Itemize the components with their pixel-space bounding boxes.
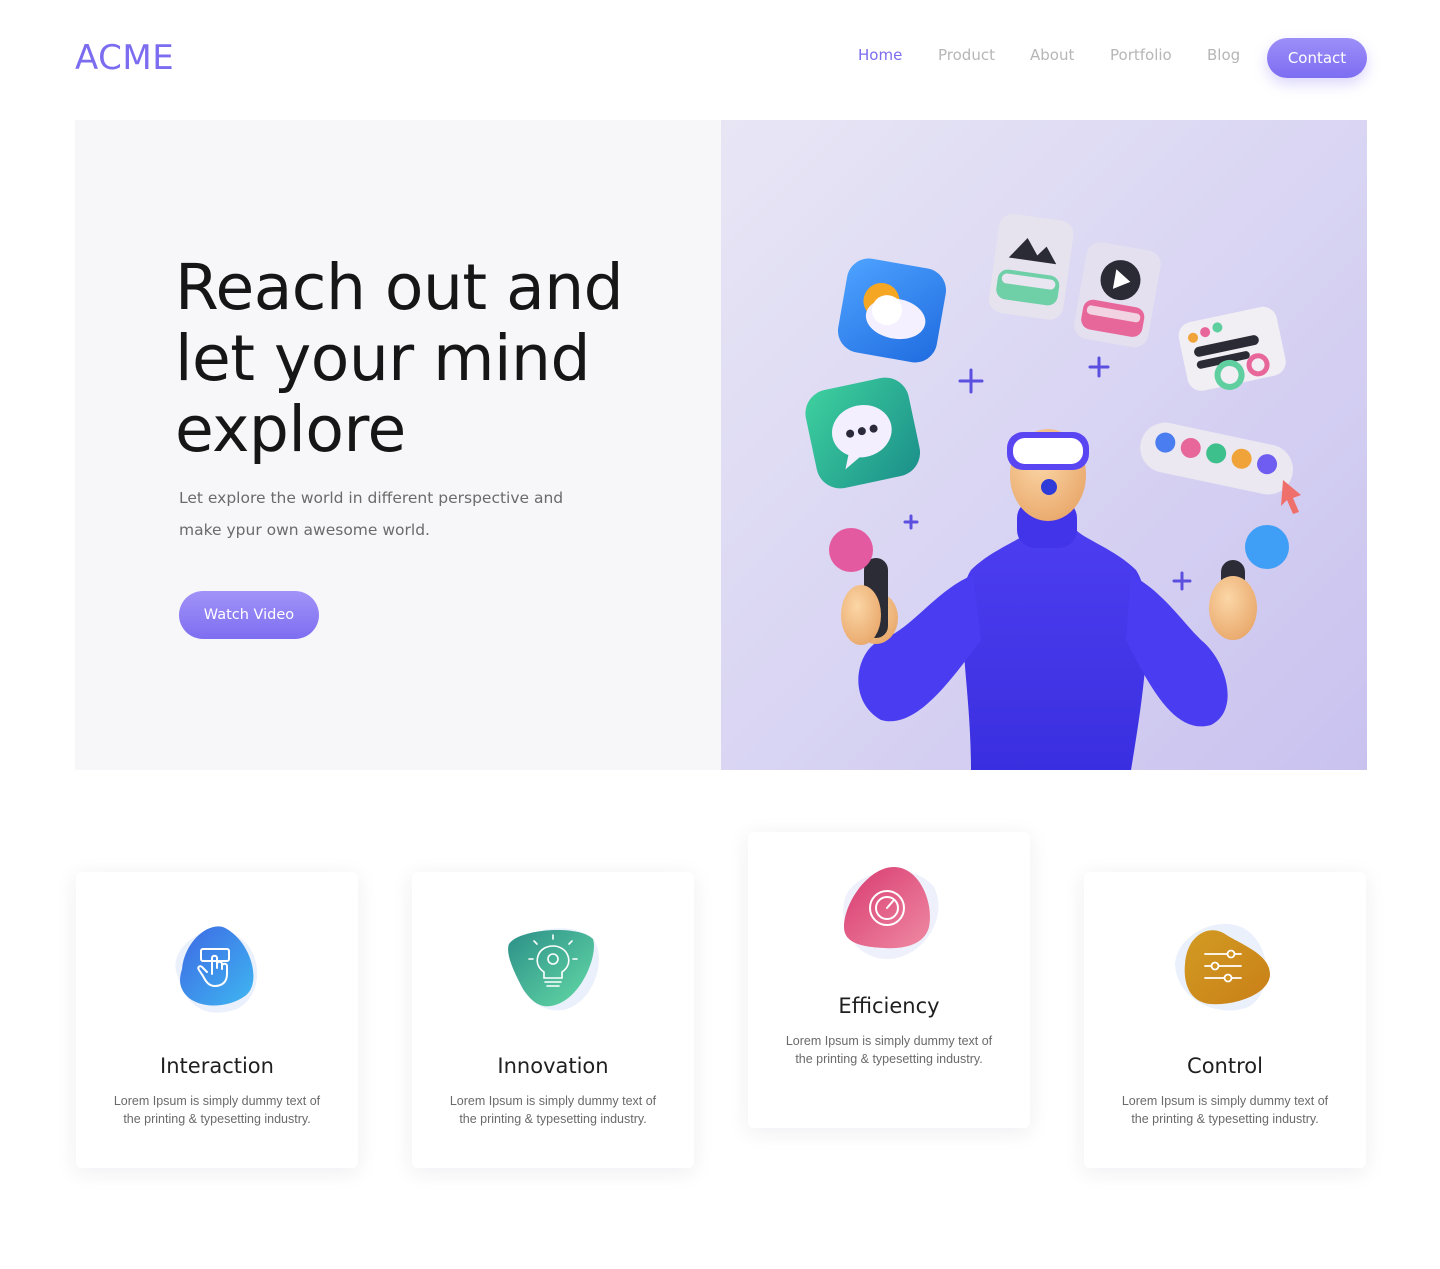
feature-text: Lorem Ipsum is simply dummy text of the … — [1121, 1094, 1329, 1126]
feature-title: Efficiency — [838, 994, 940, 1018]
feature-title: Innovation — [497, 1054, 609, 1078]
feature-title: Interaction — [160, 1054, 274, 1078]
contact-button[interactable]: Contact — [1267, 38, 1367, 78]
color-palette-icon — [1140, 422, 1293, 495]
play-card-icon — [1074, 242, 1161, 348]
feature-title: Control — [1187, 1054, 1263, 1078]
nav-product[interactable]: Product — [938, 46, 995, 64]
logo[interactable]: ACME — [75, 38, 174, 78]
hero-subtitle: Let explore the world in different persp… — [179, 489, 564, 539]
feature-card-innovation[interactable]: Innovation Lorem Ipsum is simply dummy t… — [412, 872, 694, 1168]
nav-about[interactable]: About — [1030, 46, 1074, 64]
lightbulb-gear-icon — [493, 914, 613, 1024]
chat-app-icon — [805, 377, 921, 489]
image-card-icon — [988, 213, 1074, 320]
sliders-icon — [1165, 914, 1285, 1024]
hero-title: Reach out and let your mind explore — [175, 251, 624, 466]
speedometer-icon — [829, 862, 949, 972]
nav-portfolio[interactable]: Portfolio — [1110, 46, 1172, 64]
watch-video-button[interactable]: Watch Video — [179, 591, 319, 639]
feature-text: Lorem Ipsum is simply dummy text of the … — [449, 1094, 657, 1126]
feature-card-efficiency[interactable]: Efficiency Lorem Ipsum is simply dummy t… — [748, 832, 1030, 1128]
feature-text: Lorem Ipsum is simply dummy text of the … — [785, 1034, 993, 1066]
feature-card-interaction[interactable]: Interaction Lorem Ipsum is simply dummy … — [76, 872, 358, 1168]
touch-icon — [157, 914, 277, 1024]
feature-card-control[interactable]: Control Lorem Ipsum is simply dummy text… — [1084, 872, 1366, 1168]
text-card-icon — [1178, 306, 1286, 391]
hero-illustration — [721, 120, 1367, 770]
nav-blog[interactable]: Blog — [1207, 46, 1240, 64]
nav-home[interactable]: Home — [858, 46, 902, 64]
weather-app-icon — [837, 258, 946, 363]
vr-person-illustration — [805, 213, 1301, 770]
feature-text: Lorem Ipsum is simply dummy text of the … — [113, 1094, 321, 1126]
cursor-icon — [1281, 480, 1301, 514]
